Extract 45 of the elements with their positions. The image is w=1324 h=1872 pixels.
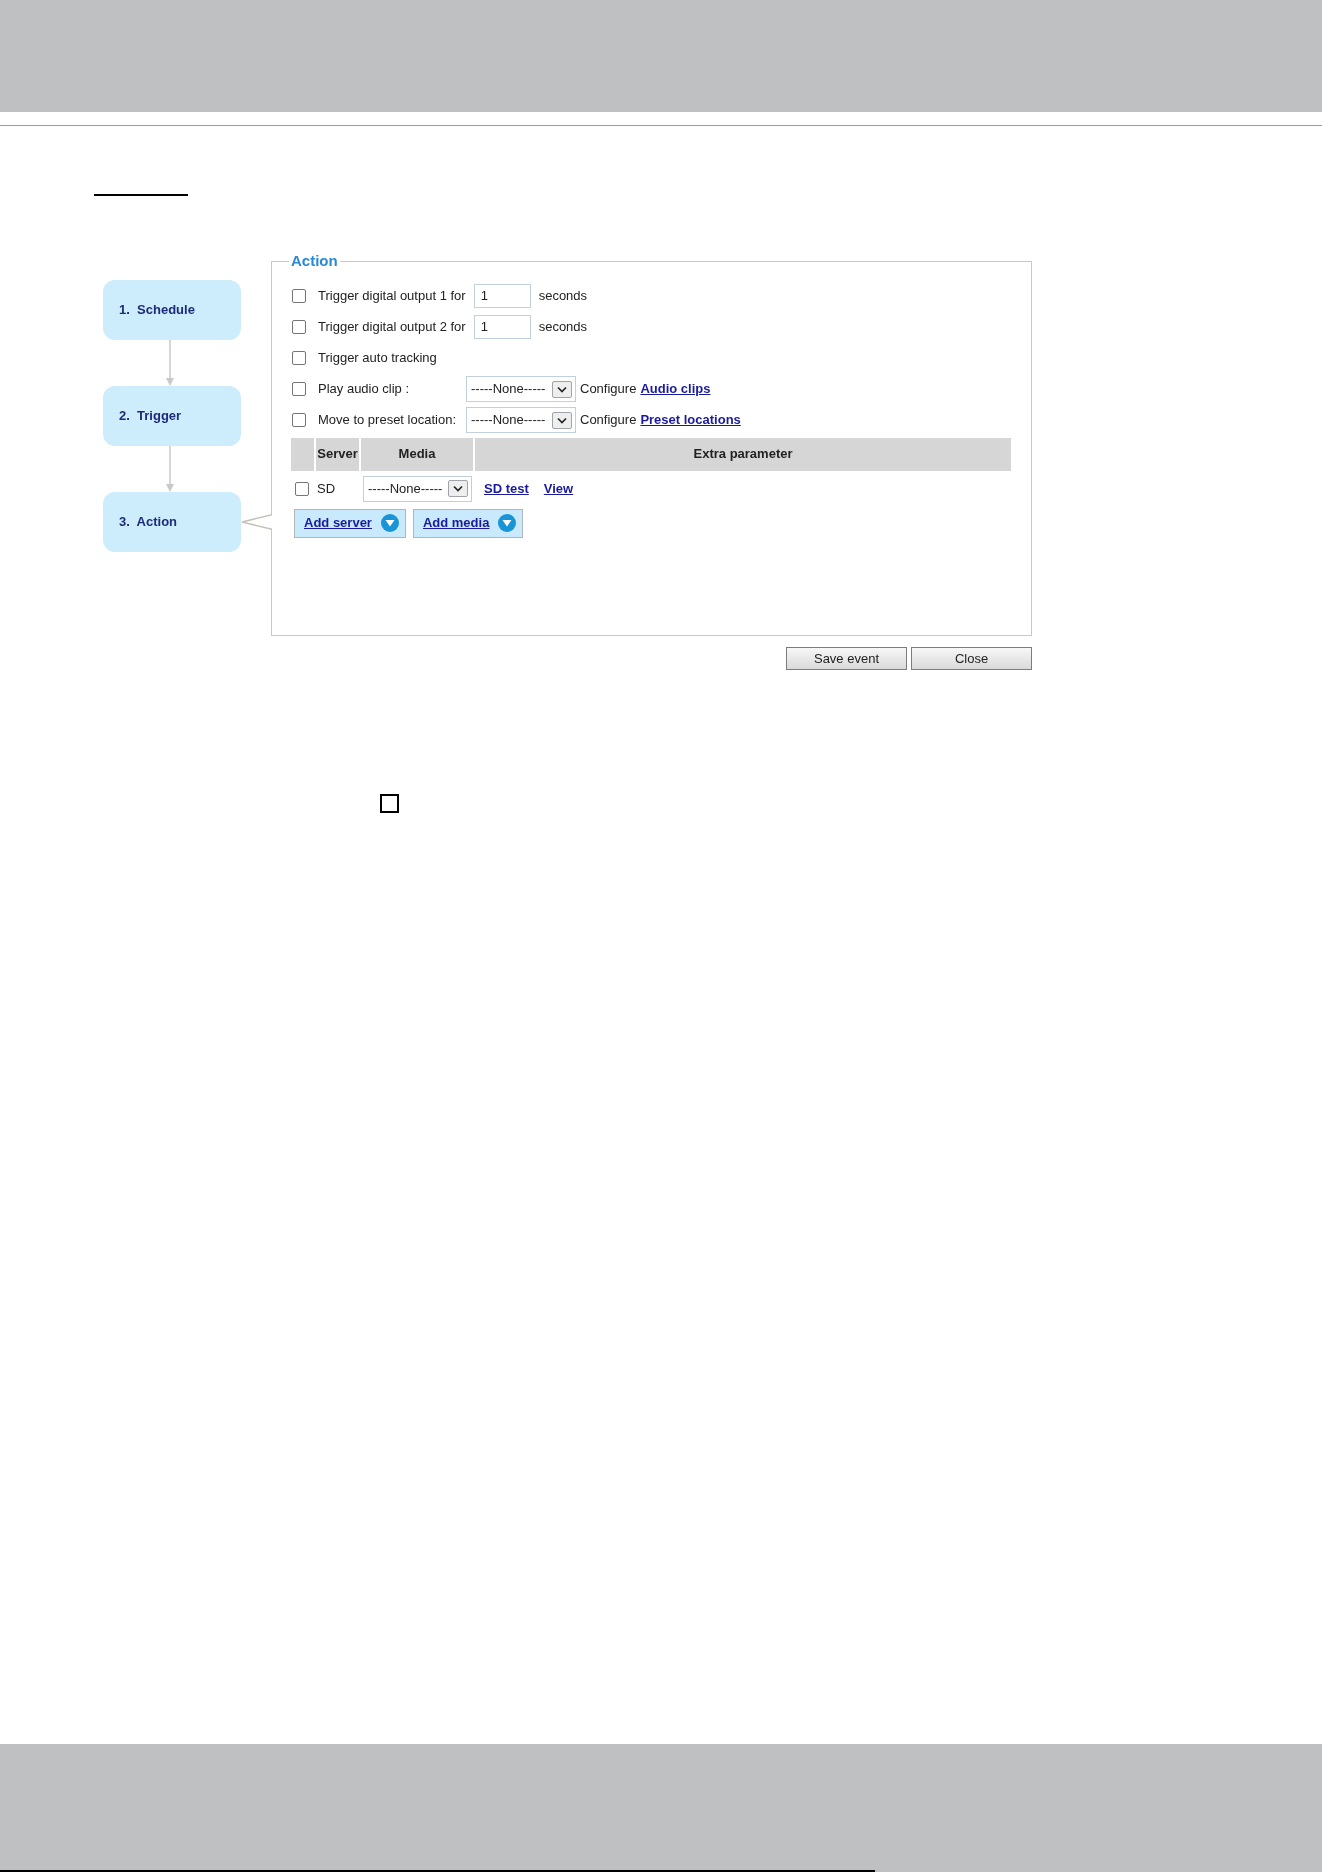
wizard-step[interactable]: 1. Schedule [103, 280, 241, 340]
circle-down-icon [380, 514, 399, 532]
unit-label: seconds [538, 318, 588, 337]
chevron-down-icon [552, 380, 572, 398]
link[interactable]: SD test [484, 478, 529, 499]
wizard-step[interactable]: 2. Trigger [103, 386, 241, 446]
wizard-step[interactable]: 3. Action [103, 492, 241, 552]
checkbox[interactable] [292, 320, 306, 334]
option-label: Trigger digital output 2 for [318, 318, 466, 337]
table-header-cell [291, 437, 314, 471]
configure-label: Configure [580, 411, 637, 430]
circle-down-icon [498, 514, 517, 532]
input-field[interactable]: 1 [473, 315, 531, 339]
chevron-down-icon [448, 480, 468, 497]
link[interactable]: View [543, 478, 574, 499]
configure-label: Configure [580, 380, 637, 399]
add-button[interactable]: Add media [412, 508, 524, 538]
table-cell: SD [317, 480, 336, 496]
connector-arrow [165, 446, 175, 492]
dropdown[interactable]: -----None----- [466, 376, 576, 402]
checkbox[interactable] [292, 413, 306, 427]
input-field[interactable]: 1 [473, 284, 531, 308]
link[interactable]: Preset locations [640, 412, 741, 428]
column-header: Extra parameter [475, 437, 1011, 471]
option-label: Move to preset location: [318, 411, 458, 430]
link[interactable]: Audio clips [640, 381, 711, 397]
column-header: Server [316, 437, 359, 471]
option-label: Play audio clip : [318, 380, 411, 399]
chevron-down-icon [552, 411, 572, 429]
unit-label: seconds [538, 287, 588, 306]
column-header: Media [361, 437, 473, 471]
dialog-button[interactable]: Save event [786, 647, 907, 670]
dropdown[interactable]: -----None----- [466, 407, 576, 433]
checkbox[interactable] [292, 289, 306, 303]
option-label: Trigger auto tracking [318, 349, 437, 368]
dialog-button[interactable]: Close [911, 647, 1032, 670]
checkbox[interactable] [292, 351, 306, 365]
connector-arrow [165, 340, 175, 386]
add-button[interactable]: Add server [294, 508, 406, 538]
panel-legend: Action [289, 250, 340, 273]
checkbox[interactable] [295, 481, 309, 496]
checkbox[interactable] [292, 382, 306, 396]
option-label: Trigger digital output 1 for [318, 287, 466, 306]
dropdown[interactable]: -----None----- [363, 475, 472, 502]
checkbox[interactable] [380, 794, 399, 813]
